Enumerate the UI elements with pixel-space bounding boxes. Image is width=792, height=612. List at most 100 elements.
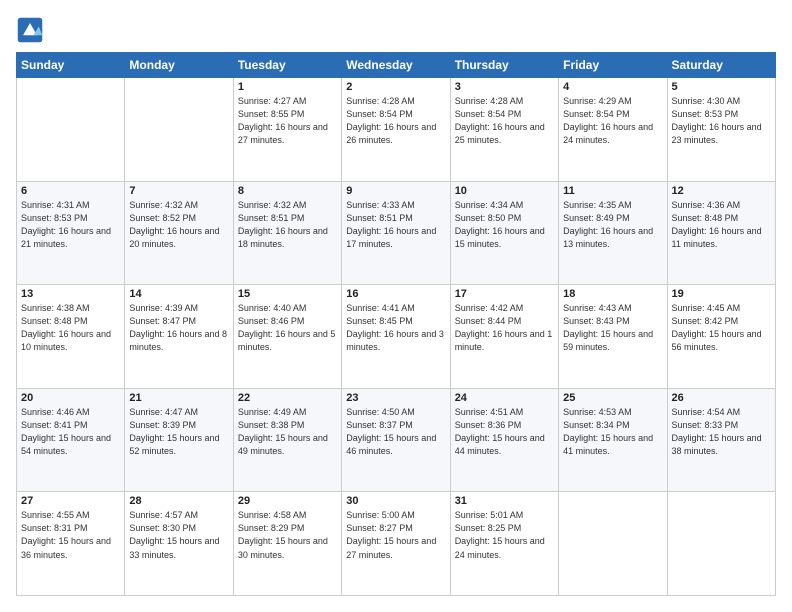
day-number: 30 <box>346 495 445 507</box>
day-info: Sunrise: 4:27 AM Sunset: 8:55 PM Dayligh… <box>238 95 337 147</box>
day-number: 20 <box>21 392 120 404</box>
calendar-cell: 18Sunrise: 4:43 AM Sunset: 8:43 PM Dayli… <box>559 285 667 389</box>
day-number: 4 <box>563 81 662 93</box>
day-info: Sunrise: 4:32 AM Sunset: 8:52 PM Dayligh… <box>129 199 228 251</box>
calendar-week-3: 13Sunrise: 4:38 AM Sunset: 8:48 PM Dayli… <box>17 285 776 389</box>
day-info: Sunrise: 5:00 AM Sunset: 8:27 PM Dayligh… <box>346 509 445 561</box>
day-number: 23 <box>346 392 445 404</box>
day-number: 3 <box>455 81 554 93</box>
header <box>16 16 776 44</box>
day-info: Sunrise: 4:32 AM Sunset: 8:51 PM Dayligh… <box>238 199 337 251</box>
calendar-cell: 10 Sunrise: 4:34 AM Sunset: 8:50 PM Dayli… <box>450 181 558 285</box>
day-number: 6 <box>21 185 120 197</box>
day-number: 18 <box>563 288 662 300</box>
calendar-header-row: Sunday Monday Tuesday Wednesday Thursday… <box>17 53 776 78</box>
day-number: 17 <box>455 288 554 300</box>
calendar-cell: 30 Sunrise: 5:00 AM Sunset: 8:27 PM Dayli… <box>342 492 450 596</box>
day-number: 29 <box>238 495 337 507</box>
calendar-week-4: 20 Sunrise: 4:46 AM Sunset: 8:41 PM Dayli… <box>17 388 776 492</box>
day-number: 10 <box>455 185 554 197</box>
calendar-cell: 19 Sunrise: 4:45 AM Sunset: 8:42 PM Dayli… <box>667 285 775 389</box>
calendar-cell: 26Sunrise: 4:54 AM Sunset: 8:33 PM Dayli… <box>667 388 775 492</box>
calendar-cell: 24 Sunrise: 4:51 AM Sunset: 8:36 PM Dayli… <box>450 388 558 492</box>
day-info: Sunrise: 4:55 AM Sunset: 8:31 PM Dayligh… <box>21 509 120 561</box>
calendar-week-5: 27 Sunrise: 4:55 AM Sunset: 8:31 PM Dayli… <box>17 492 776 596</box>
day-number: 11 <box>563 185 662 197</box>
page: Sunday Monday Tuesday Wednesday Thursday… <box>0 0 792 612</box>
calendar-cell: 9 Sunrise: 4:33 AM Sunset: 8:51 PM Daylig… <box>342 181 450 285</box>
logo <box>16 16 48 44</box>
calendar-cell: 29 Sunrise: 4:58 AM Sunset: 8:29 PM Dayli… <box>233 492 341 596</box>
day-number: 24 <box>455 392 554 404</box>
calendar-cell: 25 Sunrise: 4:53 AM Sunset: 8:34 PM Dayli… <box>559 388 667 492</box>
calendar-cell: 20 Sunrise: 4:46 AM Sunset: 8:41 PM Dayli… <box>17 388 125 492</box>
day-info: Sunrise: 4:42 AM Sunset: 8:44 PM Dayligh… <box>455 302 554 354</box>
col-sunday: Sunday <box>17 53 125 78</box>
day-info: Sunrise: 4:28 AM Sunset: 8:54 PM Dayligh… <box>346 95 445 147</box>
day-number: 31 <box>455 495 554 507</box>
day-info: Sunrise: 4:40 AM Sunset: 8:46 PM Dayligh… <box>238 302 337 354</box>
day-info: Sunrise: 4:35 AM Sunset: 8:49 PM Dayligh… <box>563 199 662 251</box>
logo-icon <box>16 16 44 44</box>
day-info: Sunrise: 4:58 AM Sunset: 8:29 PM Dayligh… <box>238 509 337 561</box>
calendar-cell: 1 Sunrise: 4:27 AM Sunset: 8:55 PM Daylig… <box>233 78 341 182</box>
day-info: Sunrise: 4:34 AM Sunset: 8:50 PM Dayligh… <box>455 199 554 251</box>
day-number: 5 <box>672 81 771 93</box>
day-info: Sunrise: 4:31 AM Sunset: 8:53 PM Dayligh… <box>21 199 120 251</box>
day-info: Sunrise: 4:47 AM Sunset: 8:39 PM Dayligh… <box>129 406 228 458</box>
calendar-cell: 23 Sunrise: 4:50 AM Sunset: 8:37 PM Dayli… <box>342 388 450 492</box>
day-number: 15 <box>238 288 337 300</box>
calendar-cell: 6 Sunrise: 4:31 AM Sunset: 8:53 PM Daylig… <box>17 181 125 285</box>
day-info: Sunrise: 4:45 AM Sunset: 8:42 PM Dayligh… <box>672 302 771 354</box>
day-info: Sunrise: 4:41 AM Sunset: 8:45 PM Dayligh… <box>346 302 445 354</box>
calendar-cell: 22 Sunrise: 4:49 AM Sunset: 8:38 PM Dayli… <box>233 388 341 492</box>
col-thursday: Thursday <box>450 53 558 78</box>
calendar-cell: 27 Sunrise: 4:55 AM Sunset: 8:31 PM Dayli… <box>17 492 125 596</box>
day-number: 14 <box>129 288 228 300</box>
day-number: 12 <box>672 185 771 197</box>
col-saturday: Saturday <box>667 53 775 78</box>
col-tuesday: Tuesday <box>233 53 341 78</box>
day-info: Sunrise: 4:33 AM Sunset: 8:51 PM Dayligh… <box>346 199 445 251</box>
day-info: Sunrise: 4:49 AM Sunset: 8:38 PM Dayligh… <box>238 406 337 458</box>
day-number: 1 <box>238 81 337 93</box>
calendar-cell: 2 Sunrise: 4:28 AM Sunset: 8:54 PM Daylig… <box>342 78 450 182</box>
calendar-cell: 5 Sunrise: 4:30 AM Sunset: 8:53 PM Daylig… <box>667 78 775 182</box>
day-number: 19 <box>672 288 771 300</box>
day-number: 28 <box>129 495 228 507</box>
day-info: Sunrise: 4:51 AM Sunset: 8:36 PM Dayligh… <box>455 406 554 458</box>
day-info: Sunrise: 4:36 AM Sunset: 8:48 PM Dayligh… <box>672 199 771 251</box>
day-number: 16 <box>346 288 445 300</box>
calendar-cell <box>125 78 233 182</box>
calendar-cell: 15 Sunrise: 4:40 AM Sunset: 8:46 PM Dayli… <box>233 285 341 389</box>
day-number: 2 <box>346 81 445 93</box>
day-number: 9 <box>346 185 445 197</box>
day-number: 25 <box>563 392 662 404</box>
calendar-cell: 17 Sunrise: 4:42 AM Sunset: 8:44 PM Dayli… <box>450 285 558 389</box>
day-info: Sunrise: 4:50 AM Sunset: 8:37 PM Dayligh… <box>346 406 445 458</box>
day-number: 7 <box>129 185 228 197</box>
calendar-cell: 14 Sunrise: 4:39 AM Sunset: 8:47 PM Dayli… <box>125 285 233 389</box>
calendar-cell: 16 Sunrise: 4:41 AM Sunset: 8:45 PM Dayli… <box>342 285 450 389</box>
calendar-cell: 13Sunrise: 4:38 AM Sunset: 8:48 PM Dayli… <box>17 285 125 389</box>
calendar-cell: 31Sunrise: 5:01 AM Sunset: 8:25 PM Dayli… <box>450 492 558 596</box>
day-info: Sunrise: 4:53 AM Sunset: 8:34 PM Dayligh… <box>563 406 662 458</box>
day-info: Sunrise: 4:30 AM Sunset: 8:53 PM Dayligh… <box>672 95 771 147</box>
day-number: 22 <box>238 392 337 404</box>
calendar-cell <box>667 492 775 596</box>
calendar-cell: 4Sunrise: 4:29 AM Sunset: 8:54 PM Daylig… <box>559 78 667 182</box>
calendar-cell: 3Sunrise: 4:28 AM Sunset: 8:54 PM Daylig… <box>450 78 558 182</box>
calendar-cell: 7 Sunrise: 4:32 AM Sunset: 8:52 PM Daylig… <box>125 181 233 285</box>
calendar-cell <box>17 78 125 182</box>
calendar-cell <box>559 492 667 596</box>
calendar-cell: 11 Sunrise: 4:35 AM Sunset: 8:49 PM Dayli… <box>559 181 667 285</box>
calendar-week-1: 1 Sunrise: 4:27 AM Sunset: 8:55 PM Daylig… <box>17 78 776 182</box>
col-friday: Friday <box>559 53 667 78</box>
day-number: 21 <box>129 392 228 404</box>
day-info: Sunrise: 4:46 AM Sunset: 8:41 PM Dayligh… <box>21 406 120 458</box>
day-number: 27 <box>21 495 120 507</box>
calendar-week-2: 6 Sunrise: 4:31 AM Sunset: 8:53 PM Daylig… <box>17 181 776 285</box>
calendar-cell: 8Sunrise: 4:32 AM Sunset: 8:51 PM Daylig… <box>233 181 341 285</box>
col-monday: Monday <box>125 53 233 78</box>
day-info: Sunrise: 4:39 AM Sunset: 8:47 PM Dayligh… <box>129 302 228 354</box>
